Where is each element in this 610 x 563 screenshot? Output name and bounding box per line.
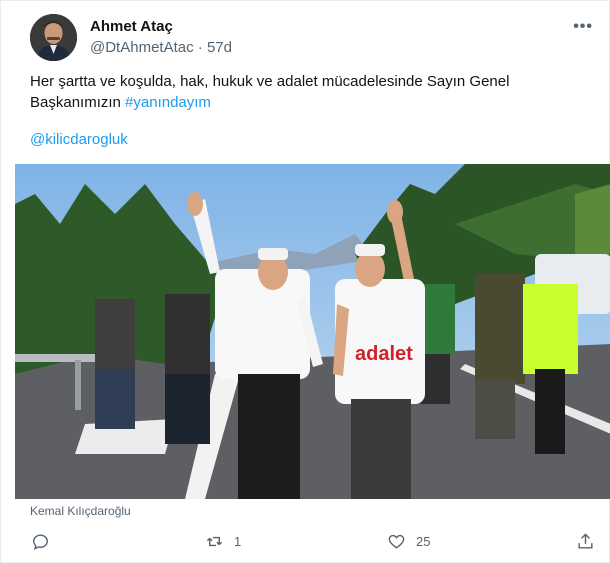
heart-icon	[388, 534, 405, 549]
share-icon	[578, 533, 593, 549]
like-button[interactable]: 25	[387, 532, 430, 551]
avatar[interactable]	[30, 14, 77, 61]
reply-icon	[33, 534, 48, 550]
author-handle[interactable]: @DtAhmetAtac	[90, 39, 194, 56]
separator-dot: ·	[197, 39, 203, 56]
handle-row: @DtAhmetAtac · 57d	[90, 39, 232, 56]
retweet-icon	[206, 536, 223, 547]
tweet-card: Ahmet Ataç @DtAhmetAtac · 57d ••• Her şa…	[0, 0, 610, 563]
tweet-text: Her şartta ve koşulda, hak, hukuk ve ada…	[30, 71, 590, 113]
hashtag-link[interactable]: #yanındayım	[125, 94, 211, 111]
photo-illustration: adalet	[15, 164, 610, 499]
reply-button[interactable]	[31, 532, 60, 551]
retweet-button[interactable]: 1	[205, 532, 241, 551]
tweet-photo[interactable]: adalet	[15, 164, 610, 499]
author-name[interactable]: Ahmet Ataç	[90, 18, 173, 35]
tweet-text-body: Her şartta ve koşulda, hak, hukuk ve ada…	[30, 73, 510, 111]
tweet-time[interactable]: 57d	[207, 39, 232, 56]
shirt-text: adalet	[355, 343, 413, 365]
share-button[interactable]	[576, 532, 605, 551]
action-bar: 1 25	[1, 528, 610, 558]
mention-link[interactable]: @kilicdarogluk	[30, 131, 128, 148]
like-count: 25	[416, 534, 431, 549]
media-caption[interactable]: Kemal Kılıçdaroğlu	[30, 504, 131, 518]
more-icon[interactable]: •••	[573, 18, 593, 36]
retweet-count: 1	[234, 534, 242, 549]
